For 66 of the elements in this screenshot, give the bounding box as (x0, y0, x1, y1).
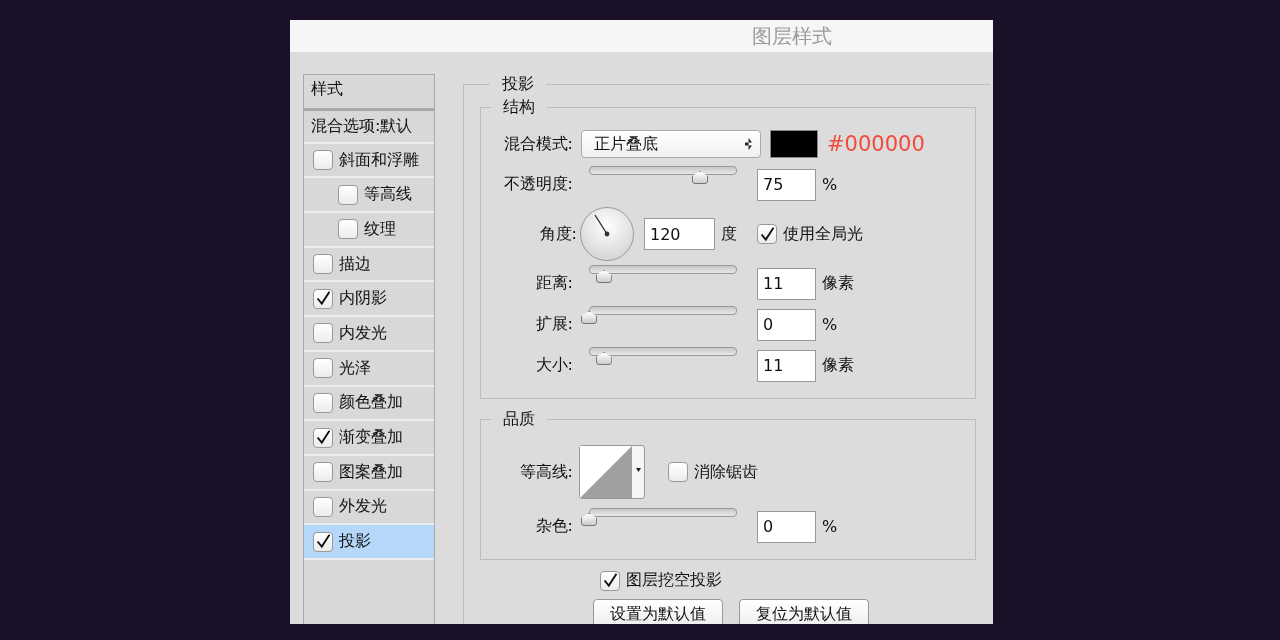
list-item[interactable]: 内发光 (304, 317, 434, 352)
dialog-button[interactable]: 设置为默认值 (593, 599, 723, 624)
unit-label: % (822, 175, 838, 194)
unit-label: % (822, 315, 838, 334)
checkbox[interactable] (600, 570, 620, 591)
input-field[interactable]: 11 (757, 267, 816, 300)
list-item[interactable]: 混合选项:默认 (304, 109, 434, 144)
checkbox[interactable] (313, 323, 333, 344)
list-item[interactable]: 等高线 (304, 178, 434, 214)
field-label: 角度: (538, 223, 577, 245)
unit-label: 像素 (822, 273, 854, 294)
checkbox[interactable] (313, 254, 333, 275)
field-label: 杂色: (534, 516, 573, 537)
caret-icon (636, 468, 641, 472)
input-field[interactable]: 75 (757, 168, 816, 201)
checkbox-label: 使用全局光 (783, 223, 863, 245)
field-label: 大小: (534, 355, 573, 376)
list-item[interactable]: 斜面和浮雕 (304, 143, 434, 179)
slider-thumb[interactable] (581, 311, 597, 324)
field-label: 等高线: (518, 461, 573, 483)
angle-dial[interactable] (579, 206, 635, 262)
group-title: 品质 (502, 409, 536, 430)
field-label: 混合模式: (502, 133, 573, 155)
unit-label: % (822, 517, 838, 536)
field-label: 不透明度: (502, 174, 573, 195)
window-title: 图层样式 (751, 22, 832, 50)
checkbox[interactable] (338, 184, 358, 205)
input-field[interactable]: 120 (644, 218, 715, 250)
field-label: 距离: (534, 273, 573, 294)
checkbox[interactable] (313, 462, 333, 483)
list-item[interactable]: 纹理 (304, 213, 434, 248)
checkbox[interactable] (313, 358, 333, 379)
input-field[interactable]: 0 (757, 308, 816, 341)
list-item[interactable]: 颜色叠加 (304, 386, 434, 422)
checkbox[interactable] (313, 150, 333, 171)
color-swatch[interactable] (770, 130, 818, 158)
checkbox[interactable] (313, 288, 333, 309)
list-item[interactable]: 投影 (304, 525, 434, 560)
checkbox[interactable] (313, 427, 333, 448)
checkbox[interactable] (668, 462, 688, 482)
group-title: 结构 (502, 97, 536, 118)
checkbox[interactable] (313, 392, 333, 413)
field-label: 扩展: (534, 314, 573, 335)
list-header: 样式 (304, 75, 434, 109)
list-item[interactable]: 光泽 (304, 351, 434, 387)
dropdown[interactable]: 正片叠底 (581, 130, 761, 158)
unit-label: 度 (721, 223, 737, 245)
updown-arrows-icon (745, 138, 752, 150)
checkbox-label: 消除锯齿 (694, 461, 758, 483)
list-item[interactable]: 渐变叠加 (304, 421, 434, 456)
group-title: 投影 (501, 74, 535, 95)
checkbox[interactable] (338, 219, 358, 240)
checkbox[interactable] (313, 531, 333, 552)
list-item[interactable]: 描边 (304, 247, 434, 283)
list-item[interactable]: 图案叠加 (304, 455, 434, 491)
list-item[interactable]: 内阴影 (304, 282, 434, 318)
unit-label: 像素 (822, 355, 854, 376)
checkbox[interactable] (757, 224, 777, 244)
checkbox[interactable] (313, 496, 333, 517)
dialog-button[interactable]: 复位为默认值 (739, 599, 869, 624)
slider-thumb[interactable] (581, 513, 597, 526)
hex-annotation: #000000 (827, 132, 925, 156)
checkbox-label: 图层挖空投影 (626, 570, 722, 591)
input-field[interactable]: 0 (757, 510, 816, 543)
input-field[interactable]: 11 (757, 349, 816, 382)
contour-picker[interactable] (579, 445, 645, 499)
